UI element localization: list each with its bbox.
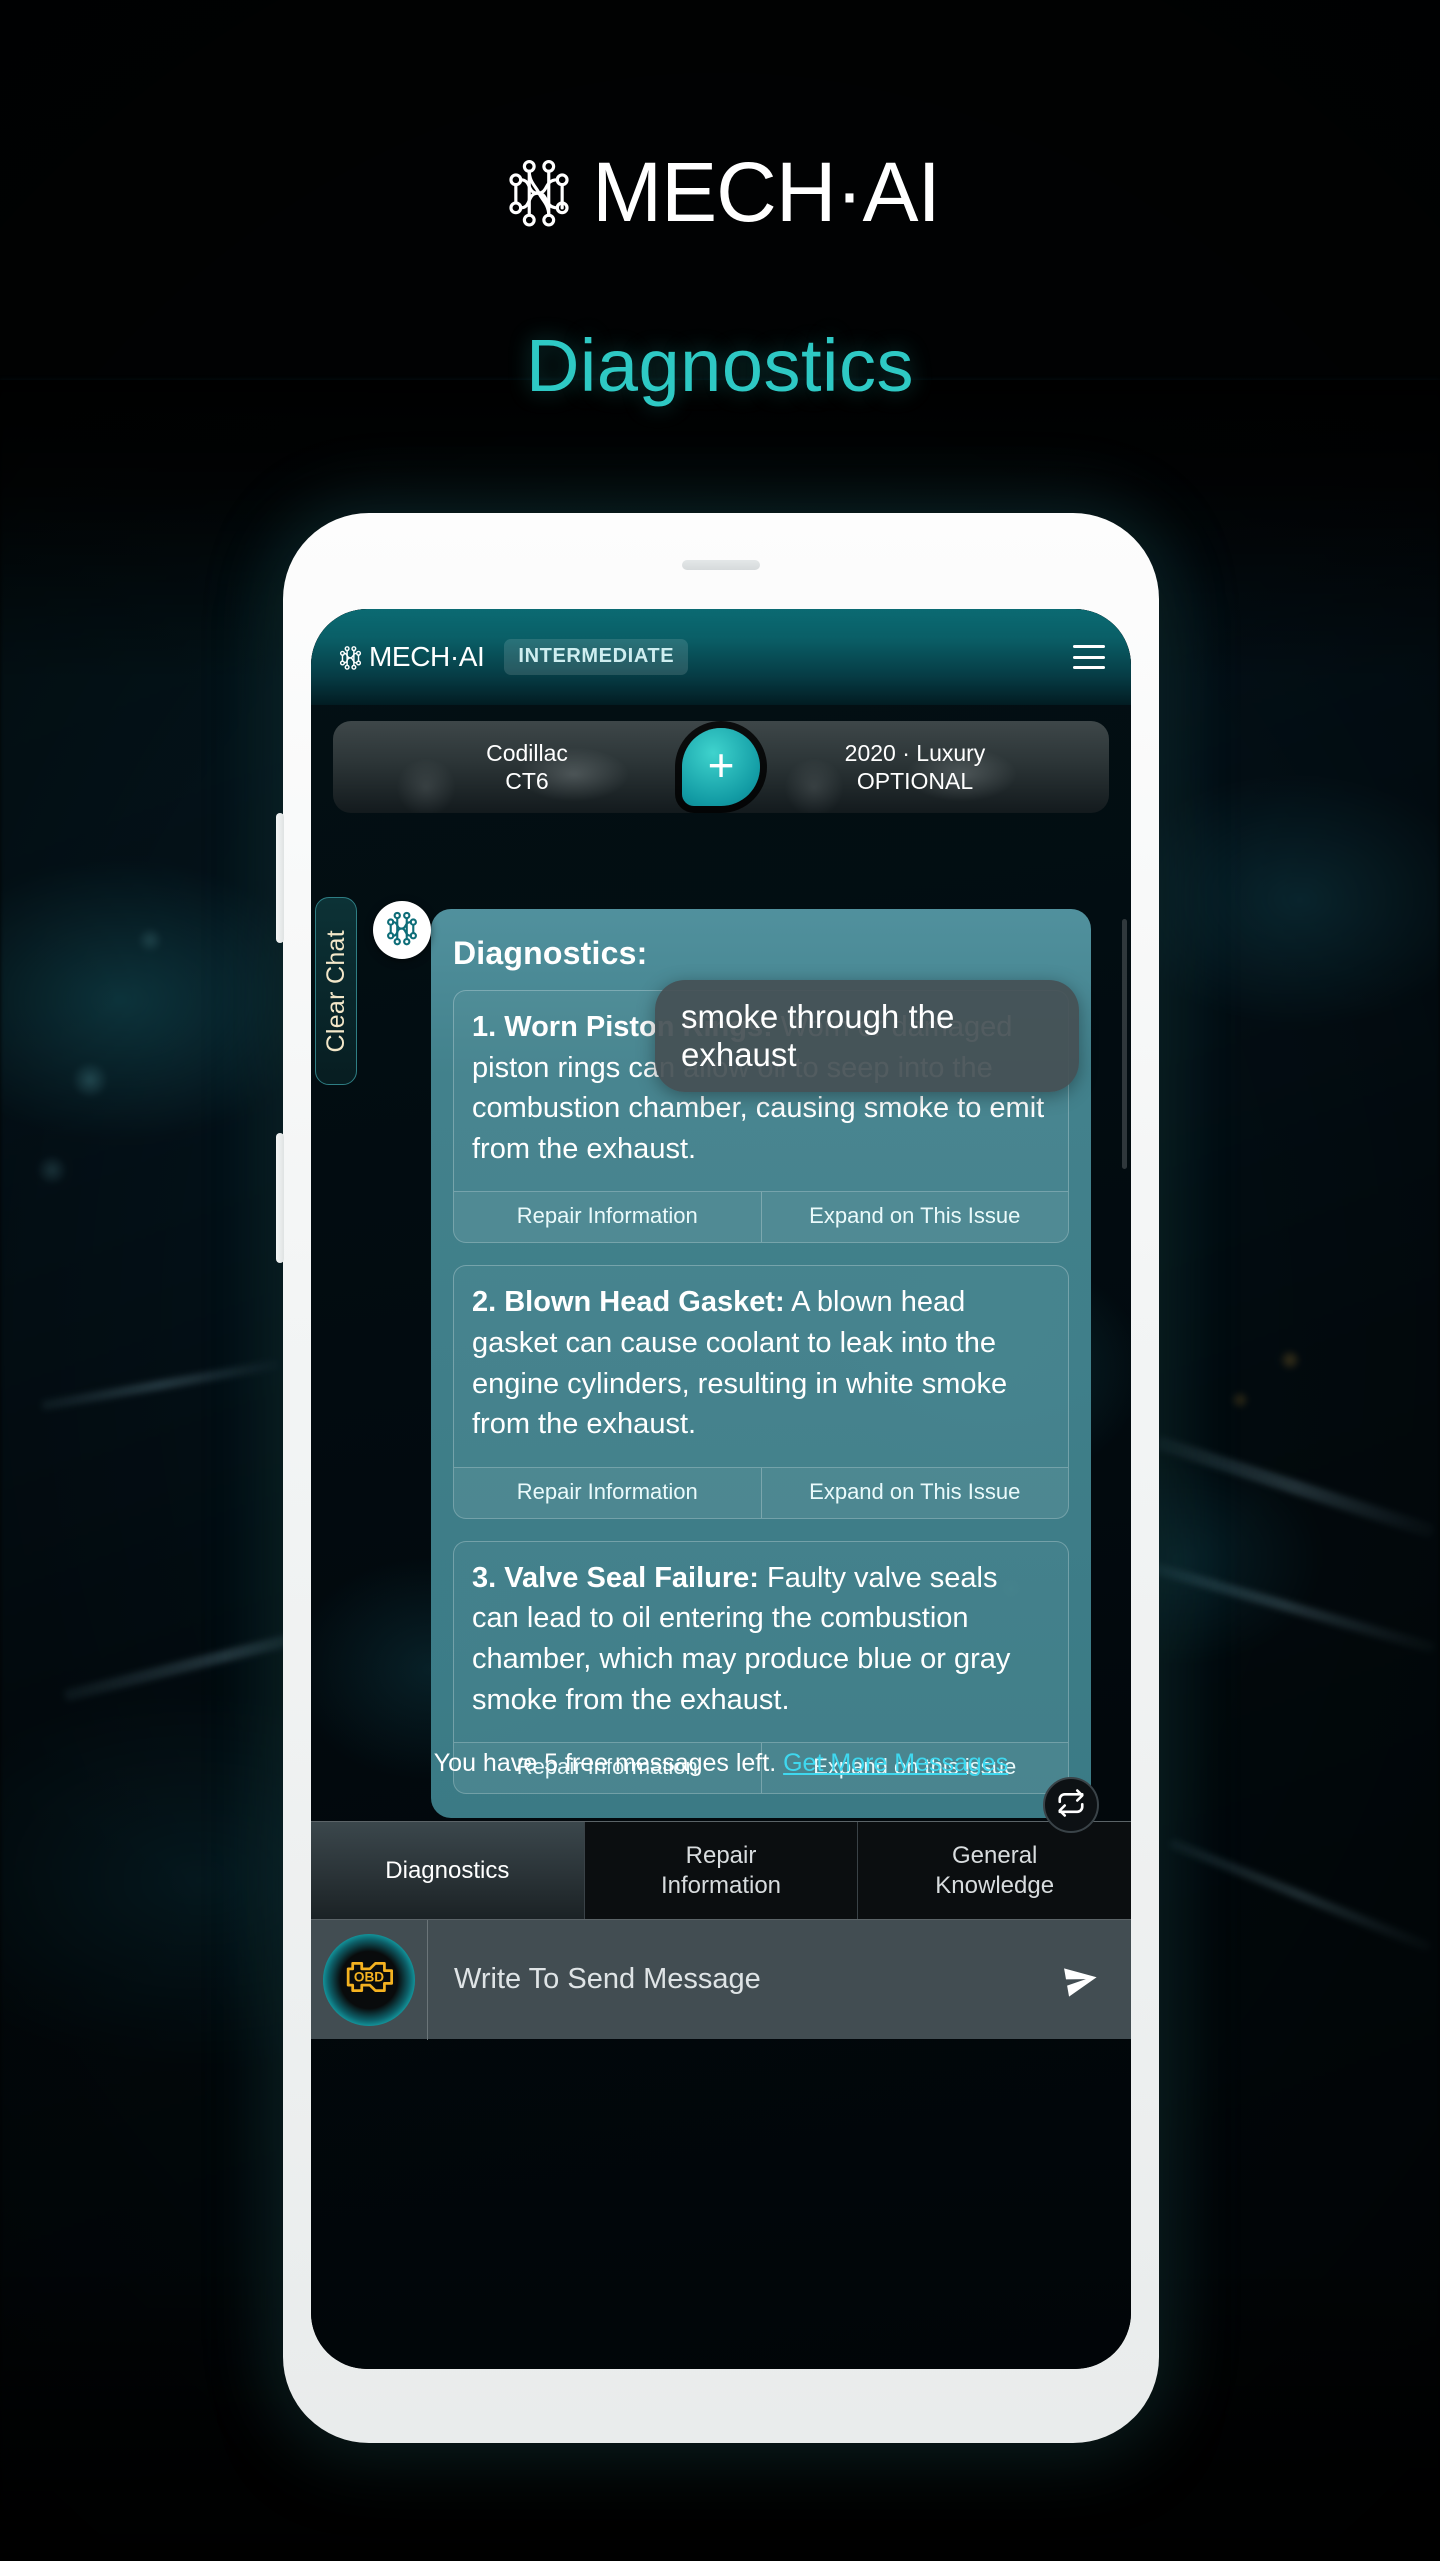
- app-screenshot-page: MECH·AI Diagnostics MECH·AI INTERMEDIATE…: [0, 0, 1440, 2561]
- send-button[interactable]: [1061, 1960, 1101, 2000]
- issue-heading: 2. Blown Head Gasket:: [472, 1286, 785, 1319]
- app-logo-text: MECH·AI: [369, 641, 485, 672]
- issue-text: 3. Valve Seal Failure: Faulty valve seal…: [454, 1542, 1068, 1742]
- send-paper-plane-icon: [1061, 1967, 1101, 2004]
- app-logo[interactable]: MECH·AI: [337, 641, 485, 673]
- free-messages-notice: You have 5 free messages left. Get More …: [311, 1749, 1131, 1778]
- vehicle-make-model-card[interactable]: Codillac CT6: [333, 721, 721, 813]
- phone-screen: MECH·AI INTERMEDIATE Codillac CT6 2020 ·…: [311, 609, 1131, 2369]
- refresh-repeat-icon: [1056, 1788, 1086, 1823]
- skill-level-badge[interactable]: INTERMEDIATE: [504, 639, 689, 675]
- add-vehicle-button[interactable]: +: [682, 728, 760, 806]
- get-more-messages-link[interactable]: Get More Messages: [783, 1749, 1008, 1777]
- tab-repair-information[interactable]: Repair Information: [584, 1822, 859, 1919]
- diagnostic-issue-card: 2. Blown Head Gasket: A blown head gaske…: [453, 1265, 1069, 1519]
- brand-name: MECH·AI: [592, 145, 941, 239]
- obd-check-engine-icon: OBD: [340, 1954, 398, 2005]
- app-header: MECH·AI INTERMEDIATE: [311, 609, 1131, 705]
- issue-action-row: Repair Information Expand on This Issue: [454, 1466, 1068, 1518]
- vehicle-year-trim-card[interactable]: 2020 · Luxury OPTIONAL: [721, 721, 1109, 813]
- circuit-neural-avatar-icon: [383, 909, 421, 952]
- plus-icon: +: [682, 728, 760, 806]
- tab-general-knowledge[interactable]: General Knowledge: [858, 1822, 1131, 1919]
- vehicle-model: CT6: [505, 768, 549, 794]
- obd-scanner-button[interactable]: OBD: [323, 1933, 415, 2026]
- issue-heading: 3. Valve Seal Failure:: [472, 1561, 759, 1594]
- phone-volume-down-button[interactable]: [276, 1133, 284, 1263]
- hamburger-menu-icon[interactable]: [1073, 645, 1105, 669]
- clear-chat-label: Clear Chat: [321, 929, 350, 1053]
- mode-tabs: Diagnostics Repair Information General K…: [311, 1821, 1131, 1919]
- vehicle-make: Codillac: [486, 739, 568, 766]
- clear-chat-button[interactable]: Clear Chat: [315, 897, 357, 1085]
- vehicle-selector: Codillac CT6 2020 · Luxury OPTIONAL +: [333, 721, 1109, 813]
- issue-action-row: Repair Information Expand on This Issue: [454, 1191, 1068, 1243]
- free-messages-text: You have 5 free messages left.: [433, 1749, 777, 1777]
- refresh-button[interactable]: [1043, 1777, 1099, 1833]
- phone-volume-up-button[interactable]: [276, 813, 284, 943]
- repair-information-button[interactable]: Repair Information: [454, 1192, 761, 1243]
- chat-response-title: Diagnostics:: [453, 935, 648, 971]
- message-composer: OBD Write To Send Message: [311, 1919, 1131, 2040]
- user-message-bubble: smoke through the exhaust: [655, 980, 1079, 1092]
- brand-lockup: MECH·AI: [0, 150, 1440, 234]
- phone-device-frame: MECH·AI INTERMEDIATE Codillac CT6 2020 ·…: [276, 513, 1159, 2443]
- tab-diagnostics[interactable]: Diagnostics: [311, 1822, 585, 1919]
- app-logo-icon: [337, 644, 364, 671]
- message-input[interactable]: Write To Send Message: [428, 1963, 1061, 1996]
- page-title: Diagnostics: [525, 324, 914, 407]
- expand-on-issue-button[interactable]: Expand on This Issue: [760, 1192, 1068, 1243]
- assistant-avatar: [373, 901, 431, 959]
- issue-text: 2. Blown Head Gasket: A blown head gaske…: [454, 1266, 1068, 1466]
- vehicle-year-trim: 2020 · Luxury: [844, 739, 986, 766]
- vehicle-optional-label: OPTIONAL: [856, 768, 974, 794]
- svg-text:OBD: OBD: [354, 1970, 384, 1985]
- chat-scrollbar[interactable]: [1122, 919, 1127, 1169]
- expand-on-issue-button[interactable]: Expand on This Issue: [760, 1467, 1068, 1518]
- phone-earpiece: [682, 560, 760, 570]
- repair-information-button[interactable]: Repair Information: [454, 1467, 761, 1518]
- brand-logo-icon: [500, 153, 578, 231]
